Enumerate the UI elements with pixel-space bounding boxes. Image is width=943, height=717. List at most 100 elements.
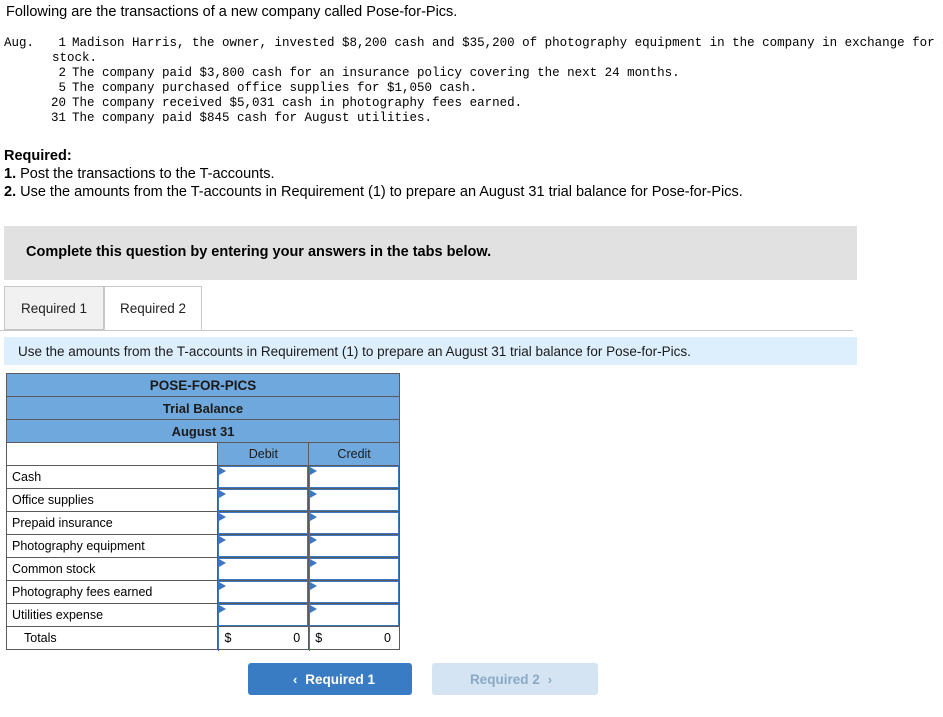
chevron-left-icon: ‹ (292, 671, 298, 687)
totals-debit-symbol: $ (224, 631, 232, 645)
column-header-account (5, 442, 219, 466)
account-label: Photography equipment (5, 534, 219, 558)
transaction-row: 31 The company paid $845 cash for August … (4, 111, 943, 126)
page-root: Following are the transactions of a new … (0, 0, 943, 717)
transaction-row: 20 The company received $5,031 cash in ph… (4, 96, 943, 111)
required-item-2-number: 2. (4, 184, 17, 200)
column-header-debit: Debit (217, 442, 310, 466)
tab-underline (0, 330, 853, 331)
credit-column-connector (309, 466, 310, 651)
credit-input[interactable] (309, 489, 399, 511)
table-row: Photography equipment (5, 534, 400, 558)
credit-cell[interactable] (308, 580, 400, 604)
debit-column-connector (218, 466, 219, 651)
credit-input[interactable] (309, 512, 399, 534)
table-title-row: POSE-FOR-PICS (6, 373, 400, 397)
previous-required-button[interactable]: ‹ Required 1 (248, 663, 412, 695)
credit-cell[interactable] (308, 488, 400, 512)
next-required-button[interactable]: Required 2 › (432, 663, 598, 695)
required-item-1-number: 1. (4, 166, 17, 182)
totals-credit-cell: $ 0 (308, 626, 400, 650)
account-label: Cash (5, 465, 219, 489)
account-label: Office supplies (5, 488, 219, 512)
account-label: Utilities expense (5, 603, 219, 627)
tab-required-2[interactable]: Required 2 (104, 286, 202, 330)
table-row: Office supplies (5, 488, 400, 512)
transaction-day: 20 (50, 96, 66, 110)
debit-cell[interactable] (217, 511, 310, 535)
credit-cell[interactable] (308, 603, 400, 627)
chevron-right-icon: › (547, 671, 553, 687)
credit-input[interactable] (309, 466, 399, 488)
debit-cell[interactable] (217, 465, 310, 489)
transaction-day: 5 (58, 81, 66, 95)
debit-cell[interactable] (217, 580, 310, 604)
column-header-credit: Credit (308, 442, 400, 466)
account-label: Common stock (5, 557, 219, 581)
table-title: POSE-FOR-PICS (6, 373, 400, 397)
transaction-list: Aug. 1 Madison Harris, the owner, invested… (4, 36, 943, 126)
debit-cell[interactable] (217, 488, 310, 512)
credit-cell[interactable] (308, 465, 400, 489)
table-row: Utilities expense (5, 603, 400, 627)
tab-required-1[interactable]: Required 1 (4, 286, 104, 330)
transaction-text: The company paid $845 cash for August ut… (72, 111, 433, 125)
debit-input[interactable] (218, 604, 309, 626)
debit-cell[interactable] (217, 557, 310, 581)
credit-cell[interactable] (308, 511, 400, 535)
debit-input[interactable] (218, 558, 309, 580)
next-required-label: Required 2 (469, 671, 540, 687)
debit-input[interactable] (218, 489, 309, 511)
required-heading: Required: (4, 148, 72, 164)
tab-instruction-text: Use the amounts from the T-accounts in R… (18, 343, 691, 359)
table-row: Cash (5, 465, 400, 489)
credit-cell[interactable] (308, 557, 400, 581)
credit-cell[interactable] (308, 534, 400, 558)
transaction-row: 2 The company paid $3,800 cash for an ins… (4, 66, 943, 81)
totals-credit-value: 0 (384, 631, 391, 645)
tab-bar: Required 1 Required 2 (4, 286, 857, 331)
transaction-day: 2 (58, 66, 66, 80)
transaction-row: 5 The company purchased office supplies f… (4, 81, 943, 96)
table-subtitle: Trial Balance (6, 396, 400, 420)
instruction-banner: Complete this question by entering your … (4, 226, 857, 280)
transaction-day: 31 (50, 111, 66, 125)
table-column-header-row: Debit Credit (5, 442, 400, 466)
transaction-text: The company paid $3,800 cash for an insu… (72, 66, 680, 80)
totals-label: Totals (5, 626, 219, 650)
credit-input[interactable] (309, 558, 399, 580)
transaction-text: The company received $5,031 cash in phot… (72, 96, 523, 110)
totals-debit-value: 0 (293, 631, 301, 645)
account-label: Prepaid insurance (5, 511, 219, 535)
debit-input[interactable] (218, 512, 309, 534)
credit-input[interactable] (309, 535, 399, 557)
transaction-text: The company purchased office supplies fo… (72, 81, 478, 95)
debit-cell[interactable] (217, 534, 310, 558)
tab-required-2-label: Required 2 (119, 300, 187, 316)
table-row: Prepaid insurance (5, 511, 400, 535)
debit-input[interactable] (218, 535, 309, 557)
required-item-1: 1. Post the transactions to the T-accoun… (4, 166, 275, 182)
totals-debit-cell: $ 0 (217, 626, 310, 650)
previous-required-label: Required 1 (305, 671, 376, 687)
required-item-2-text: Use the amounts from the T-accounts in R… (16, 184, 743, 200)
instruction-banner-text: Complete this question by entering your … (26, 244, 492, 260)
debit-cell[interactable] (217, 603, 310, 627)
table-subtitle-row: Trial Balance (6, 396, 400, 420)
trial-balance-table: POSE-FOR-PICS Trial Balance August 31 De… (5, 373, 400, 650)
table-row: Common stock (5, 557, 400, 581)
transaction-month: Aug. (4, 36, 35, 50)
transaction-row: Aug. 1 Madison Harris, the owner, invested… (4, 36, 943, 51)
transaction-continuation: stock. (52, 51, 98, 65)
totals-row: Totals $ 0 $ 0 (5, 626, 400, 650)
debit-input[interactable] (218, 466, 309, 488)
intro-text: Following are the transactions of a new … (6, 4, 458, 20)
credit-input[interactable] (309, 581, 399, 603)
debit-input[interactable] (218, 581, 309, 603)
credit-input[interactable] (309, 604, 399, 626)
account-label: Photography fees earned (5, 580, 219, 604)
table-date: August 31 (6, 419, 400, 443)
totals-credit-symbol: $ (315, 631, 323, 645)
tab-required-1-label: Required 1 (20, 300, 88, 316)
required-item-2: 2. Use the amounts from the T-accounts i… (4, 184, 743, 200)
